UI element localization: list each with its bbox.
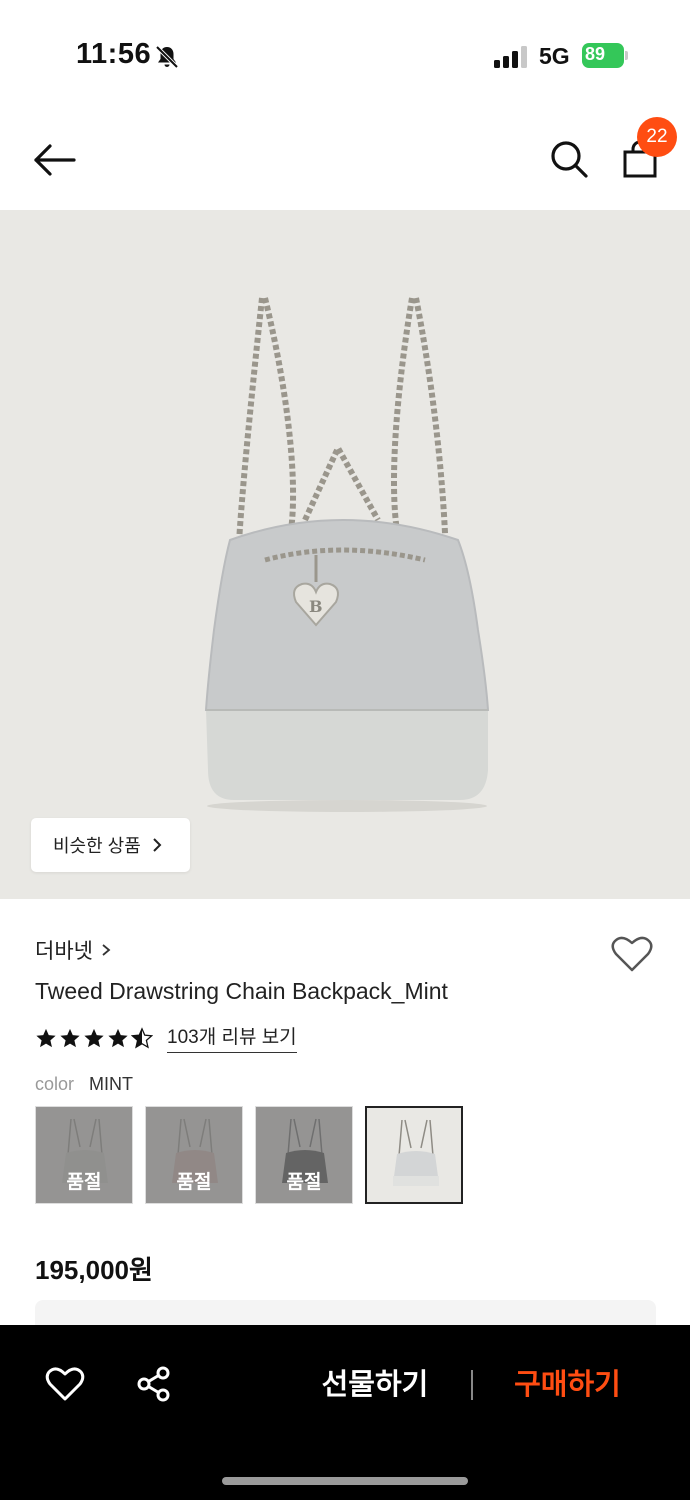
color-swatch-3[interactable]: 품절 xyxy=(255,1106,353,1204)
sold-out-label: 품절 xyxy=(176,1172,212,1193)
battery-icon: 89 xyxy=(582,43,628,68)
rating-stars xyxy=(35,1026,153,1049)
brand-link[interactable]: 더바넷 xyxy=(35,935,111,965)
review-link[interactable]: 103개 리뷰 보기 xyxy=(167,1022,297,1053)
star-full-icon xyxy=(108,1028,128,1047)
bell-muted-icon xyxy=(155,45,179,69)
back-arrow-icon[interactable] xyxy=(32,140,76,180)
product-price: 195,000원 xyxy=(35,1255,153,1285)
buy-button[interactable]: 구매하기 xyxy=(500,1362,635,1408)
star-full-icon xyxy=(36,1028,56,1047)
star-half-icon xyxy=(131,1026,153,1048)
color-label: color xyxy=(35,1074,75,1094)
bottom-action-bar xyxy=(0,1325,690,1500)
similar-products-label: 비슷한 상품 xyxy=(53,836,141,856)
star-full-icon xyxy=(84,1028,104,1047)
svg-text:B: B xyxy=(309,597,323,616)
color-row: color MINT xyxy=(35,1074,133,1095)
sold-out-label: 품절 xyxy=(286,1172,322,1193)
chevron-right-icon xyxy=(102,944,111,956)
star-full-icon xyxy=(60,1028,80,1047)
signal-icon xyxy=(494,46,527,68)
wishlist-heart-icon[interactable] xyxy=(610,934,654,974)
gift-button[interactable]: 선물하기 xyxy=(310,1362,440,1408)
status-time: 11:56 xyxy=(76,38,152,70)
share-icon[interactable] xyxy=(136,1366,172,1402)
status-bar: 11:56 5G 89 xyxy=(0,0,690,110)
network-label: 5G xyxy=(539,43,570,69)
chevron-right-icon xyxy=(153,838,162,852)
product-title: Tweed Drawstring Chain Backpack_Mint xyxy=(35,978,448,1004)
similar-products-button[interactable]: 비슷한 상품 xyxy=(31,818,190,872)
color-swatch-4-selected[interactable] xyxy=(365,1106,463,1204)
color-swatch-2[interactable]: 품절 xyxy=(145,1106,243,1204)
color-swatch-1[interactable]: 품절 xyxy=(35,1106,133,1204)
color-value: MINT xyxy=(89,1074,134,1094)
sold-out-label: 품절 xyxy=(66,1172,102,1193)
brand-name: 더바넷 xyxy=(35,940,93,963)
rating-row: 103개 리뷰 보기 xyxy=(35,1022,297,1053)
nav-bar xyxy=(0,110,690,210)
battery-level: 89 xyxy=(585,44,606,64)
button-divider xyxy=(471,1370,473,1400)
product-image[interactable]: B xyxy=(0,210,690,899)
color-swatches: 품절 품절 품절 xyxy=(35,1106,463,1204)
backpack-illustration: B xyxy=(204,297,490,812)
cart-count-badge: 22 xyxy=(637,117,677,157)
home-indicator xyxy=(222,1477,468,1485)
heart-icon[interactable] xyxy=(45,1366,85,1402)
search-icon[interactable] xyxy=(548,138,590,180)
